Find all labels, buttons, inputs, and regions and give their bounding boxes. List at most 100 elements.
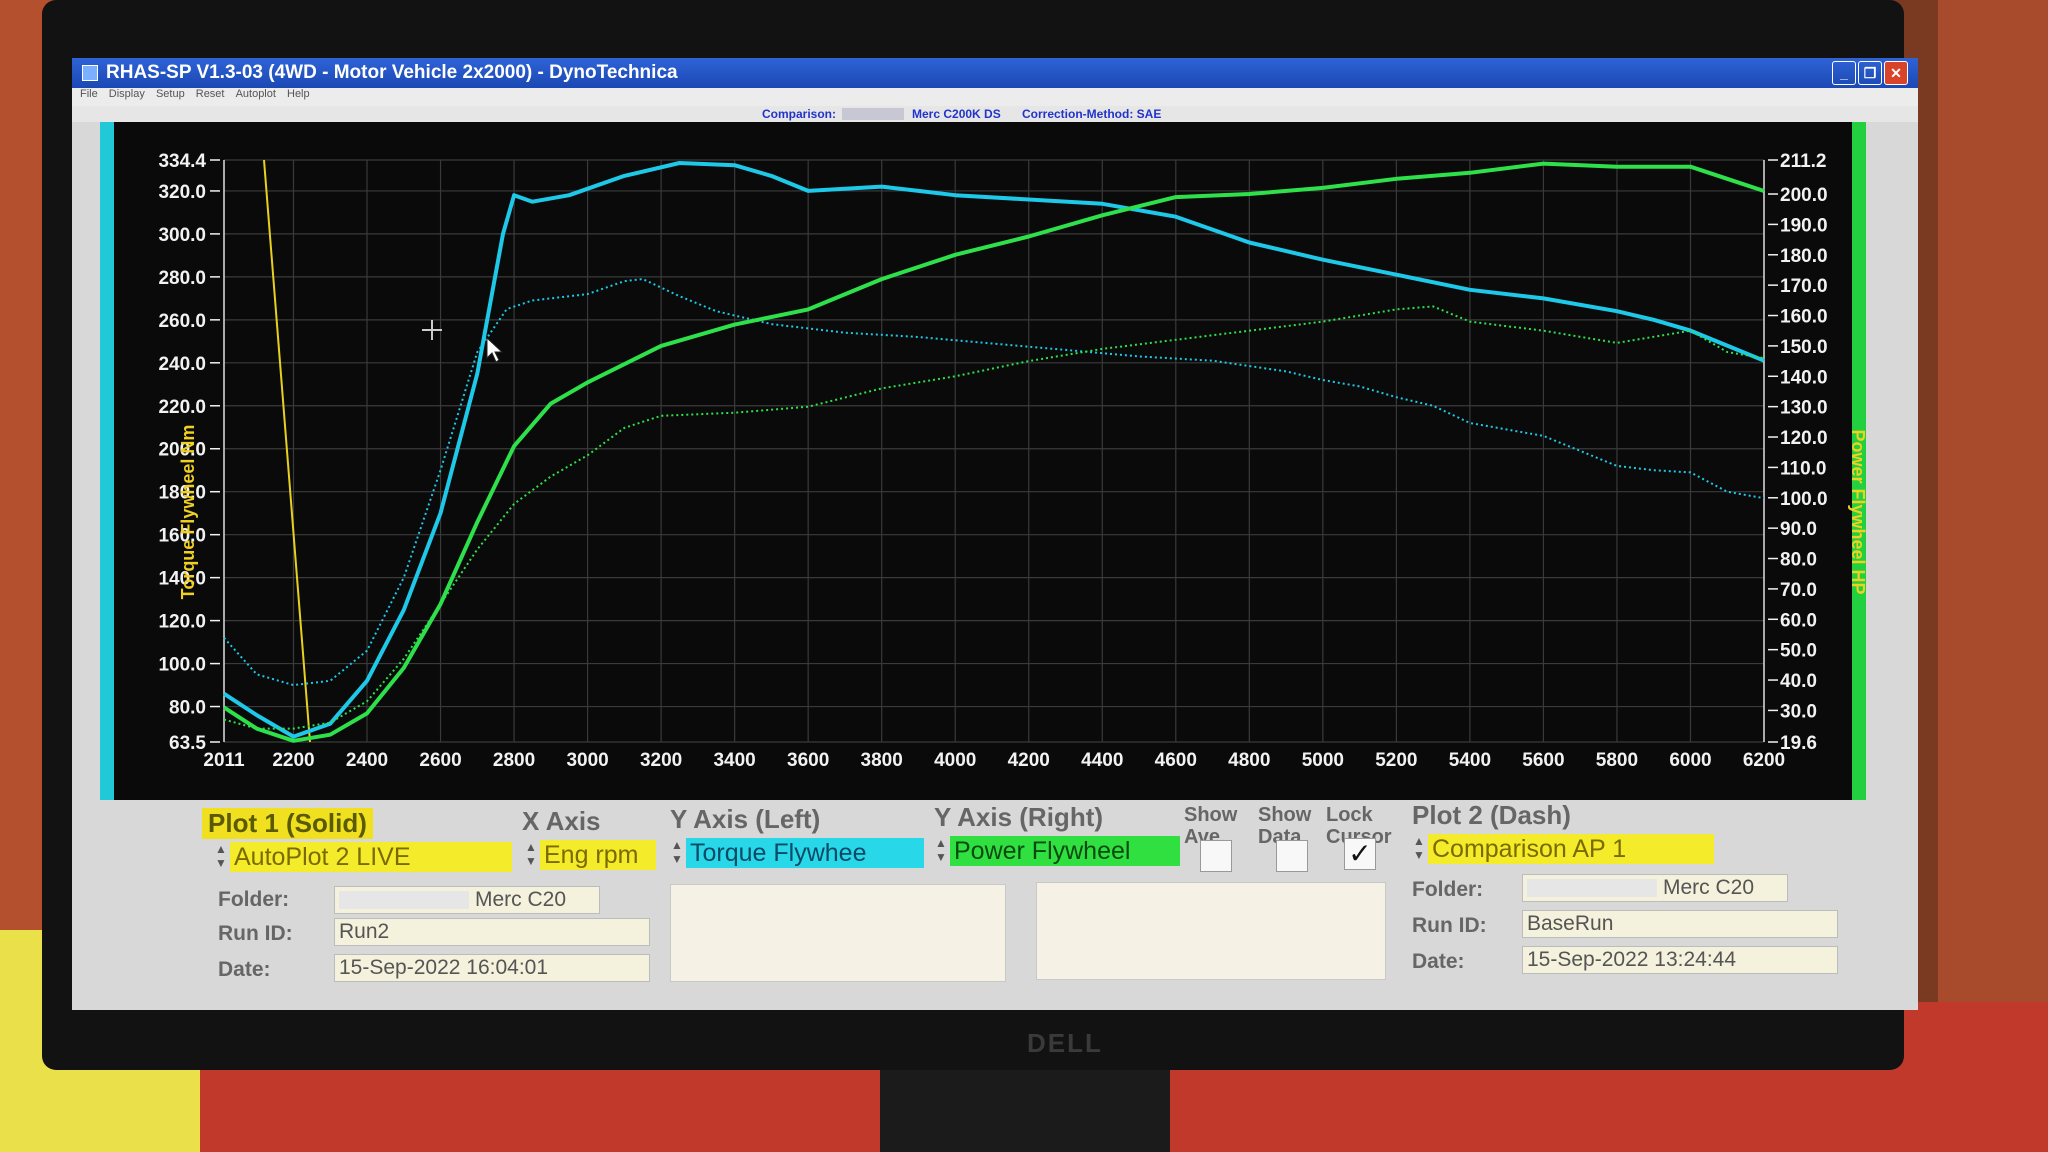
plot-area [114,122,1852,800]
x-axis-spinner-icon[interactable]: ▲ ▼ [524,840,538,870]
y-right-tick-label: 120.0 [1780,428,1828,449]
y-right-select[interactable]: Power Flywheel [950,836,1180,866]
x-tick-label: 4200 [1008,750,1050,771]
y-right-tick-label: 40.0 [1780,671,1817,692]
y-right-tick-label: 90.0 [1780,519,1817,540]
x-tick-label: 4600 [1155,750,1197,771]
plot1-runid-label: Run ID: [218,922,293,945]
y-right-tick-label: 70.0 [1780,580,1817,601]
y-left-tick-label: 300.0 [158,225,206,246]
x-tick-label: 6000 [1669,750,1711,771]
plot1-date-field: 15-Sep-2022 16:04:01 [334,954,650,982]
menu-bar: File Display Setup Reset Autoplot Help [72,88,1918,106]
correction-method: Correction-Method: SAE [1022,107,1162,121]
x-tick-label: 5000 [1302,750,1344,771]
y-left-title: Y Axis (Left) [670,804,821,834]
redacted-folder [1527,879,1657,898]
x-tick-label: 2200 [272,750,314,771]
plot1-folder-field: Merc C20 [334,886,600,914]
y-right-tick-label: 211.2 [1780,151,1827,172]
y-right-tick-label: 30.0 [1780,701,1817,722]
plot2-select[interactable]: Comparison AP 1 [1428,834,1714,864]
plot1-title: Plot 1 (Solid) [202,808,373,839]
y-left-tick-label: 100.0 [158,655,206,676]
maximize-button[interactable]: ❐ [1858,61,1882,85]
y-right-tick-label: 150.0 [1780,337,1828,358]
y-right-tick-label: 160.0 [1780,307,1828,328]
control-panel: Plot 1 (Solid) X Axis Y Axis (Left) Y Ax… [72,800,1918,1010]
comparison-run-name: Merc C200K DS [912,107,1001,121]
plot1-runid-field: Run2 [334,918,650,946]
x-tick-label: 3200 [640,750,682,771]
x-tick-label: 2600 [419,750,461,771]
y-left-select[interactable]: Torque Flywhee [686,838,924,868]
x-tick-label: 5200 [1375,750,1417,771]
x-tick-label: 5600 [1522,750,1564,771]
title-bar: RHAS-SP V1.3-03 (4WD - Motor Vehicle 2x2… [72,58,1918,88]
comparison-label: Comparison: [762,107,837,121]
x-tick-label: 5400 [1449,750,1491,771]
menu-setup[interactable]: Setup [156,88,185,100]
plot2-spinner-icon[interactable]: ▲ ▼ [1412,834,1426,864]
y-left-tick-label: 240.0 [158,354,206,375]
plot2-date-label: Date: [1412,950,1465,973]
redacted-folder [339,891,469,910]
x-tick-label: 2400 [346,750,388,771]
window-title: RHAS-SP V1.3-03 (4WD - Motor Vehicle 2x2… [106,62,678,83]
plot2-folder-label: Folder: [1412,878,1484,901]
plot1-folder-label: Folder: [218,888,290,911]
y-left-tick-label: 63.5 [169,733,206,754]
y-left-axis-label: Torque Flywheel Nm [178,425,198,600]
menu-display[interactable]: Display [109,88,145,100]
y-right-tick-label: 50.0 [1780,641,1817,662]
y-right-info-box [1036,882,1386,980]
show-data-checkbox[interactable] [1276,840,1308,872]
dyno-chart[interactable]: 2011 2200 2400 2600 2800 3000 3200 3400 3600 3800… [72,122,1918,800]
background-wall-right [1938,0,2048,1152]
plot1-select[interactable]: AutoPlot 2 LIVE [230,842,512,872]
plot1-spinner-icon[interactable]: ▲ ▼ [214,842,228,872]
y-left-spinner-icon[interactable]: ▲ ▼ [670,838,684,868]
y-right-tick-label: 19.6 [1780,733,1817,754]
app-icon [82,65,98,81]
x-tick-label: 4400 [1081,750,1123,771]
menu-reset[interactable]: Reset [196,88,225,100]
y-right-tick-label: 130.0 [1780,398,1828,419]
close-button[interactable]: ✕ [1884,61,1908,85]
plot2-runid-label: Run ID: [1412,914,1487,937]
y-left-tick-label: 280.0 [158,268,206,289]
checkmark-icon: ✓ [1348,838,1372,869]
x-tick-label: 3800 [861,750,903,771]
menu-file[interactable]: File [80,88,98,100]
x-tick-label: 5800 [1596,750,1638,771]
x-tick-label: 3000 [566,750,608,771]
plot2-title: Plot 2 (Dash) [1412,800,1571,830]
y-left-tick-label: 320.0 [158,182,206,203]
y-right-title: Y Axis (Right) [934,802,1104,832]
y-right-tick-label: 110.0 [1780,458,1827,479]
menu-help[interactable]: Help [287,88,310,100]
y-left-tick-label: 334.4 [158,151,206,172]
x-tick-label: 3400 [713,750,755,771]
x-tick-label: 4800 [1228,750,1270,771]
x-tick-label: 4000 [934,750,976,771]
y-left-tick-label: 80.0 [169,698,206,719]
x-axis-select[interactable]: Eng rpm [540,840,656,870]
y-left-tick-label: 120.0 [158,612,206,633]
left-axis-color-bar [100,122,114,800]
y-right-spinner-icon[interactable]: ▲ ▼ [934,836,948,866]
y-right-axis-label: Power Flywheel HP [1848,429,1868,594]
x-tick-label: 3600 [787,750,829,771]
plot2-folder-field: Merc C20 [1522,874,1788,902]
y-right-tick-label: 60.0 [1780,610,1817,631]
x-axis-title: X Axis [522,806,601,836]
y-right-tick-label: 140.0 [1780,367,1828,388]
y-right-tick-label: 100.0 [1780,489,1828,510]
y-right-tick-label: 190.0 [1780,215,1828,236]
lock-cursor-checkbox[interactable]: ✓ [1344,838,1376,870]
x-tick-label: 2011 [203,750,245,771]
minimize-button[interactable]: _ [1832,61,1856,85]
show-ave-checkbox[interactable] [1200,840,1232,872]
menu-autoplot[interactable]: Autoplot [236,88,276,100]
monitor-brand-logo: DELL [1027,1028,1103,1058]
